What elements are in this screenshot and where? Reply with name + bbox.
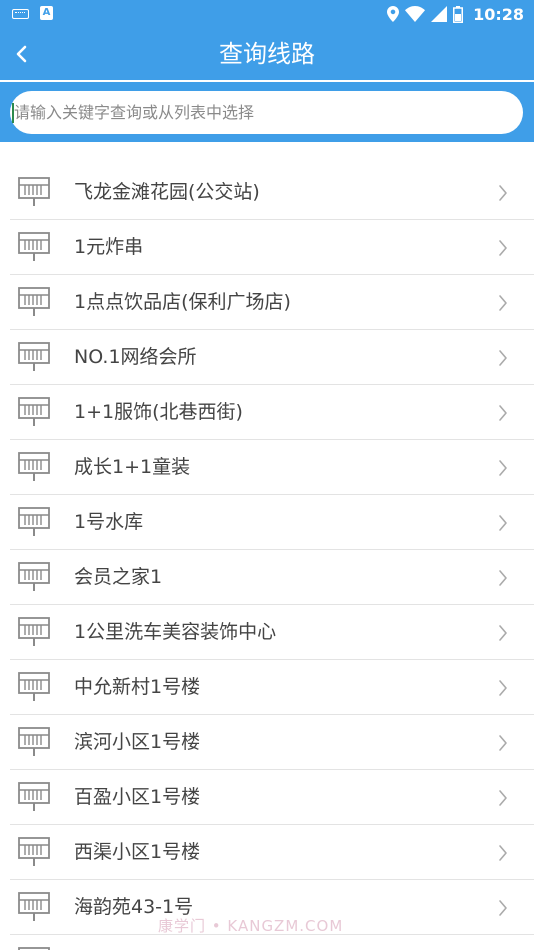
- chevron-right-icon: [499, 625, 507, 641]
- keyboard-icon: [12, 9, 29, 19]
- bus-stop-icon: [18, 672, 50, 701]
- chevron-right-icon: [499, 350, 507, 366]
- bus-stop-icon: [18, 837, 50, 866]
- list-item-label: 1元炸串: [74, 236, 144, 258]
- list-item-label: 1号水库: [74, 511, 144, 533]
- list-item[interactable]: 滨河小区1号楼: [10, 715, 534, 770]
- list-item[interactable]: 成长1+1童装: [10, 440, 534, 495]
- bus-stop-icon: [18, 782, 50, 811]
- bus-stop-icon: [18, 342, 50, 371]
- bus-stop-icon: [18, 452, 50, 481]
- list-item-label: 1点点饮品店(保利广场店): [74, 291, 291, 313]
- chevron-right-icon: [499, 515, 507, 531]
- search-bar: [0, 82, 534, 142]
- chevron-right-icon: [499, 845, 507, 861]
- route-list: 飞龙金滩花园(公交站) 1元炸串 1点点饮品店(保利广场店) NO.1网络会所 …: [10, 165, 534, 950]
- bus-stop-icon: [18, 617, 50, 646]
- chevron-right-icon: [499, 735, 507, 751]
- status-time: 10:28: [473, 4, 524, 24]
- list-item-label: 百盈小区1号楼: [74, 786, 201, 808]
- list-item[interactable]: 中允新村1号楼: [10, 660, 534, 715]
- search-input[interactable]: [14, 91, 514, 134]
- chevron-right-icon: [499, 900, 507, 916]
- status-bar: A 10:28: [0, 0, 534, 28]
- list-item[interactable]: 1点点饮品店(保利广场店): [10, 275, 534, 330]
- bus-stop-icon: [18, 507, 50, 536]
- list-item-label: 会员之家1: [74, 566, 163, 588]
- location-icon: [387, 6, 400, 22]
- list-item-label: 滨河小区1号楼: [74, 731, 201, 753]
- list-item-label: 西渠小区1号楼: [74, 841, 201, 863]
- chevron-right-icon: [499, 240, 507, 256]
- app-bar: 查询线路: [0, 28, 534, 80]
- chevron-right-icon: [499, 570, 507, 586]
- list-item-label: 中允新村1号楼: [74, 676, 201, 698]
- list-item-label: 飞龙金滩花园(公交站): [74, 181, 260, 203]
- chevron-right-icon: [499, 405, 507, 421]
- wifi-icon: [405, 6, 426, 22]
- list-item[interactable]: 1号水库: [10, 495, 534, 550]
- battery-icon: [453, 5, 464, 23]
- list-item[interactable]: 1公里洗车美容装饰中心: [10, 605, 534, 660]
- chevron-right-icon: [499, 680, 507, 696]
- list-item-label: 1+1服饰(北巷西街): [74, 401, 243, 423]
- chevron-right-icon: [499, 295, 507, 311]
- a-notification-icon: A: [40, 6, 53, 20]
- bus-stop-icon: [18, 892, 50, 921]
- bus-stop-icon: [18, 287, 50, 316]
- list-item[interactable]: NO.1网络会所: [10, 330, 534, 385]
- list-item[interactable]: [10, 935, 534, 950]
- bus-stop-icon: [18, 727, 50, 756]
- list-item[interactable]: 百盈小区1号楼: [10, 770, 534, 825]
- status-bar-right: 10:28: [387, 0, 524, 28]
- bus-stop-icon: [18, 232, 50, 261]
- bus-stop-icon: [18, 177, 50, 206]
- signal-icon: [431, 6, 448, 22]
- search-box[interactable]: [10, 91, 523, 134]
- bus-stop-icon: [18, 397, 50, 426]
- list-item[interactable]: 1+1服饰(北巷西街): [10, 385, 534, 440]
- list-item-label: 1公里洗车美容装饰中心: [74, 621, 277, 643]
- list-item[interactable]: 会员之家1: [10, 550, 534, 605]
- list-item[interactable]: 飞龙金滩花园(公交站): [10, 165, 534, 220]
- watermark: 康学门 • KANGZM.COM: [158, 917, 344, 935]
- page-title: 查询线路: [219, 40, 315, 68]
- chevron-right-icon: [499, 790, 507, 806]
- list-item[interactable]: 1元炸串: [10, 220, 534, 275]
- list-item[interactable]: 西渠小区1号楼: [10, 825, 534, 880]
- bus-stop-icon: [18, 562, 50, 591]
- list-item-label: NO.1网络会所: [74, 346, 197, 368]
- list-item-label: 成长1+1童装: [74, 456, 191, 478]
- chevron-right-icon: [499, 185, 507, 201]
- chevron-right-icon: [499, 460, 507, 476]
